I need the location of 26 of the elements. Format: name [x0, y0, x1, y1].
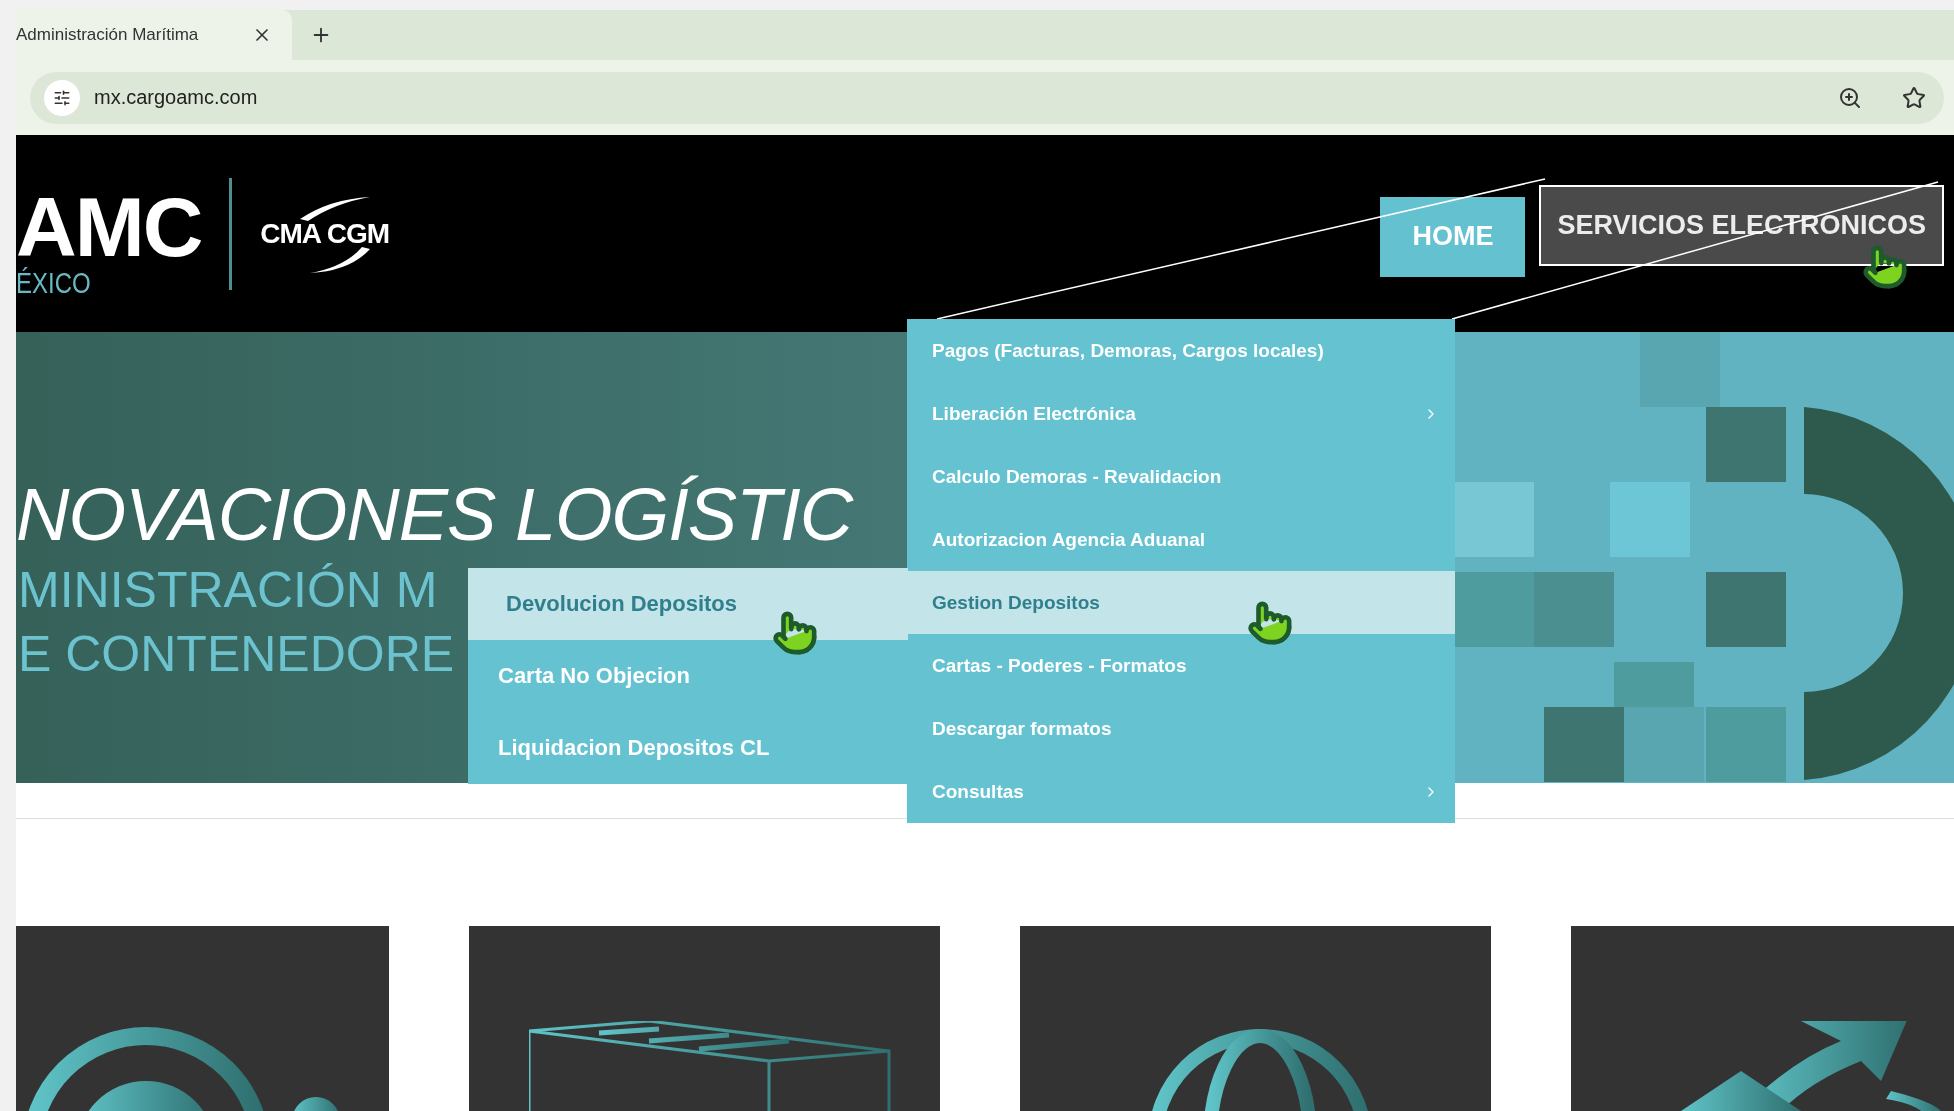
browser-tab[interactable]: Administración Marítima — [16, 10, 292, 60]
menu-item[interactable]: Consultas — [907, 760, 1455, 823]
address-bar[interactable]: mx.cargoamc.com — [30, 71, 1944, 124]
service-card[interactable] — [469, 926, 940, 1111]
hero-subtitle: E CONTENEDORE — [18, 625, 455, 684]
service-card[interactable] — [16, 926, 389, 1111]
url-text: mx.cargoamc.com — [94, 86, 259, 109]
submenu-item[interactable]: Liquidacion Depositos CL — [468, 712, 908, 784]
menu-item[interactable]: Autorizacion Agencia Aduanal — [907, 508, 1455, 571]
partner-logo: CMA CGM — [260, 188, 411, 279]
tab-title: Administración Marítima — [16, 25, 199, 45]
menu-item[interactable]: Descargar formatos — [907, 697, 1455, 760]
brand-logo-text: AMC — [16, 187, 202, 266]
hero-title: NOVACIONES LOGÍSTIC — [16, 472, 853, 558]
menu-item[interactable]: Liberación Electrónica — [907, 382, 1455, 445]
submenu-item[interactable]: Carta No Objecion — [468, 640, 908, 712]
nav-button[interactable]: HOME — [1380, 196, 1526, 277]
hero-subtitle: MINISTRACIÓN M — [18, 561, 438, 620]
menu-item[interactable]: Calculo Demoras - Revalidacion — [907, 445, 1455, 508]
menu-item[interactable]: Pagos (Facturas, Demoras, Cargos locales) — [907, 319, 1455, 382]
site-settings-icon[interactable] — [44, 79, 80, 116]
submenu-item[interactable]: Devolucion Depositos — [468, 568, 908, 640]
region-text: ÉXICO — [16, 265, 92, 300]
service-card[interactable] — [1020, 926, 1491, 1111]
menu-item[interactable]: Cartas - Poderes - Formatos — [907, 634, 1455, 697]
service-card[interactable] — [1571, 926, 1954, 1111]
